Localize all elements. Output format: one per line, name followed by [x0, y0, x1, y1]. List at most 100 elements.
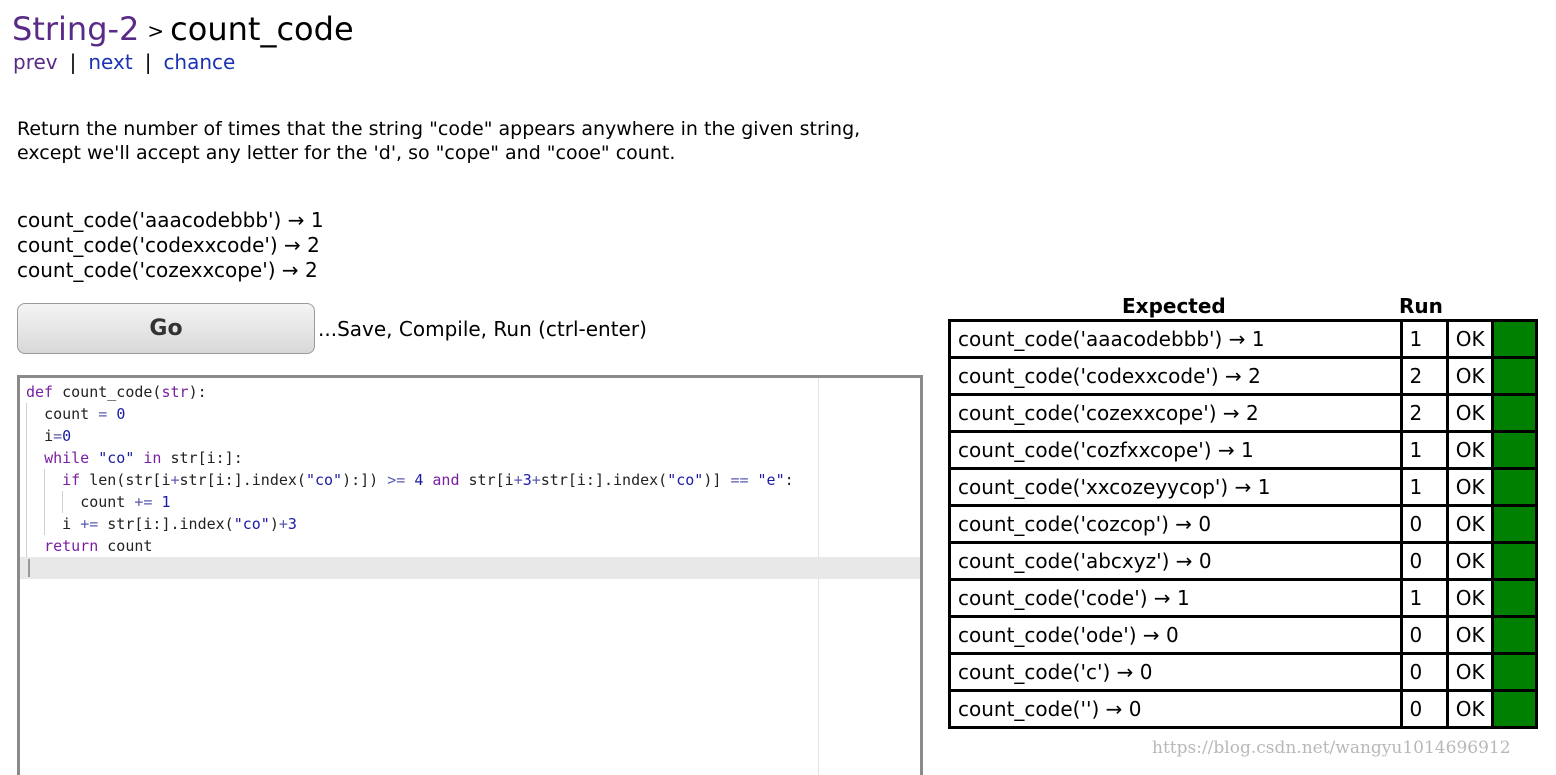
description-line: except we'll accept any letter for the '… — [17, 142, 676, 164]
table-row: count_code('xxcozeyycop') → 1 1 OK — [948, 467, 1539, 507]
expected-cell: count_code('cozcop') → 0 — [948, 504, 1403, 544]
active-line-highlight — [20, 557, 920, 579]
run-cell: 1 — [1399, 430, 1449, 470]
next-link[interactable]: next — [88, 50, 132, 74]
code-token: def — [26, 383, 54, 401]
code-editor[interactable]: def count_code(str): count = 0 i=0 while… — [17, 375, 923, 775]
example-line: count_code('aaacodebbb') → 1 — [17, 208, 324, 232]
code-token: 3 — [287, 515, 297, 533]
pass-indicator — [1490, 319, 1539, 359]
code-token: 1 — [161, 493, 171, 511]
nav-separator: | — [144, 50, 152, 74]
table-row: count_code('code') → 1 1 OK — [948, 578, 1539, 618]
table-row: count_code('abcxyz') → 0 0 OK — [948, 541, 1539, 581]
run-cell: 0 — [1399, 689, 1449, 729]
run-cell: 2 — [1399, 356, 1449, 396]
text-cursor — [28, 559, 30, 577]
code-token: str[i:].index( — [107, 515, 234, 533]
go-button[interactable]: Go — [17, 303, 315, 354]
status-cell: OK — [1445, 541, 1494, 581]
run-cell: 2 — [1399, 393, 1449, 433]
expected-cell: count_code('abcxyz') → 0 — [948, 541, 1403, 581]
status-cell: OK — [1445, 356, 1494, 396]
code-token: count — [44, 405, 90, 423]
pass-indicator — [1490, 430, 1539, 470]
code-token: str[i — [468, 471, 514, 489]
code-token: "co" — [233, 515, 270, 533]
page-header: String-2 > count_code — [12, 10, 354, 48]
code-token: while — [44, 449, 90, 467]
code-token: 3 — [522, 471, 532, 489]
code-token: in — [143, 449, 162, 467]
code-token: if — [62, 471, 81, 489]
status-cell: OK — [1445, 319, 1494, 359]
breadcrumb-separator: > — [147, 19, 165, 43]
section-link[interactable]: String-2 — [12, 10, 139, 48]
expected-cell: count_code('cozfxxcope') → 1 — [948, 430, 1403, 470]
code-token: ) — [269, 515, 279, 533]
table-row: count_code('aaacodebbb') → 1 1 OK — [948, 319, 1539, 359]
code-token: ):]) — [342, 471, 379, 489]
code-token: "e" — [757, 471, 785, 489]
example-line: count_code('cozexxcope') → 2 — [17, 258, 318, 282]
run-cell: 0 — [1399, 615, 1449, 655]
code-token: : — [784, 471, 794, 489]
page-title: count_code — [170, 10, 354, 48]
code-token: count_code( — [53, 383, 162, 401]
table-row: count_code('cozcop') → 0 0 OK — [948, 504, 1539, 544]
code-content[interactable]: def count_code(str): count = 0 i=0 while… — [26, 381, 794, 557]
expected-cell: count_code('') → 0 — [948, 689, 1403, 729]
code-token: 0 — [62, 427, 72, 445]
run-cell: 0 — [1399, 504, 1449, 544]
pass-indicator — [1490, 689, 1539, 729]
expected-column-header: Expected — [1122, 294, 1226, 318]
status-cell: OK — [1445, 430, 1494, 470]
code-token: and — [432, 471, 460, 489]
pass-indicator — [1490, 652, 1539, 692]
pass-indicator — [1490, 356, 1539, 396]
run-cell: 0 — [1399, 541, 1449, 581]
run-cell: 1 — [1399, 578, 1449, 618]
table-row: count_code('ode') → 0 0 OK — [948, 615, 1539, 655]
code-token: + — [513, 471, 523, 489]
chance-link[interactable]: chance — [163, 50, 235, 74]
table-row: count_code('cozexxcope') → 2 2 OK — [948, 393, 1539, 433]
pass-indicator — [1490, 541, 1539, 581]
problem-description: Return the number of times that the stri… — [17, 117, 917, 165]
code-token: i — [62, 515, 72, 533]
status-cell: OK — [1445, 467, 1494, 507]
code-line: count += 1 — [26, 491, 794, 513]
pass-indicator — [1490, 615, 1539, 655]
code-token: "co" — [305, 471, 343, 489]
code-token: "co" — [98, 449, 135, 467]
table-row: count_code('cozfxxcope') → 1 1 OK — [948, 430, 1539, 470]
code-token: i — [44, 427, 54, 445]
code-token: "co" — [667, 471, 704, 489]
code-token: == — [730, 471, 749, 489]
code-token: 4 — [414, 471, 424, 489]
nav-separator: | — [69, 50, 77, 74]
description-line: Return the number of times that the stri… — [17, 118, 861, 140]
code-line: def count_code(str): — [26, 381, 794, 403]
prev-link[interactable]: prev — [13, 50, 58, 74]
expected-cell: count_code('c') → 0 — [948, 652, 1403, 692]
status-cell: OK — [1445, 504, 1494, 544]
status-cell: OK — [1445, 615, 1494, 655]
code-token: )] — [703, 471, 722, 489]
problem-nav: prev | next | chance — [13, 50, 235, 74]
pass-indicator — [1490, 504, 1539, 544]
run-cell: 0 — [1399, 652, 1449, 692]
expected-cell: count_code('codexxcode') → 2 — [948, 356, 1403, 396]
table-row: count_code('c') → 0 0 OK — [948, 652, 1539, 692]
code-token: count — [107, 537, 153, 555]
code-token: + — [531, 471, 541, 489]
code-line: i += str[i:].index("co")+3 — [26, 513, 794, 535]
code-token: return — [44, 537, 99, 555]
pass-indicator — [1490, 393, 1539, 433]
expected-cell: count_code('xxcozeyycop') → 1 — [948, 467, 1403, 507]
code-token: count — [80, 493, 126, 511]
status-cell: OK — [1445, 652, 1494, 692]
status-cell: OK — [1445, 393, 1494, 433]
results-table: count_code('aaacodebbb') → 1 1 OK count_cod… — [948, 319, 1539, 729]
examples: count_code('aaacodebbb') → 1 count_code(… — [17, 208, 324, 283]
